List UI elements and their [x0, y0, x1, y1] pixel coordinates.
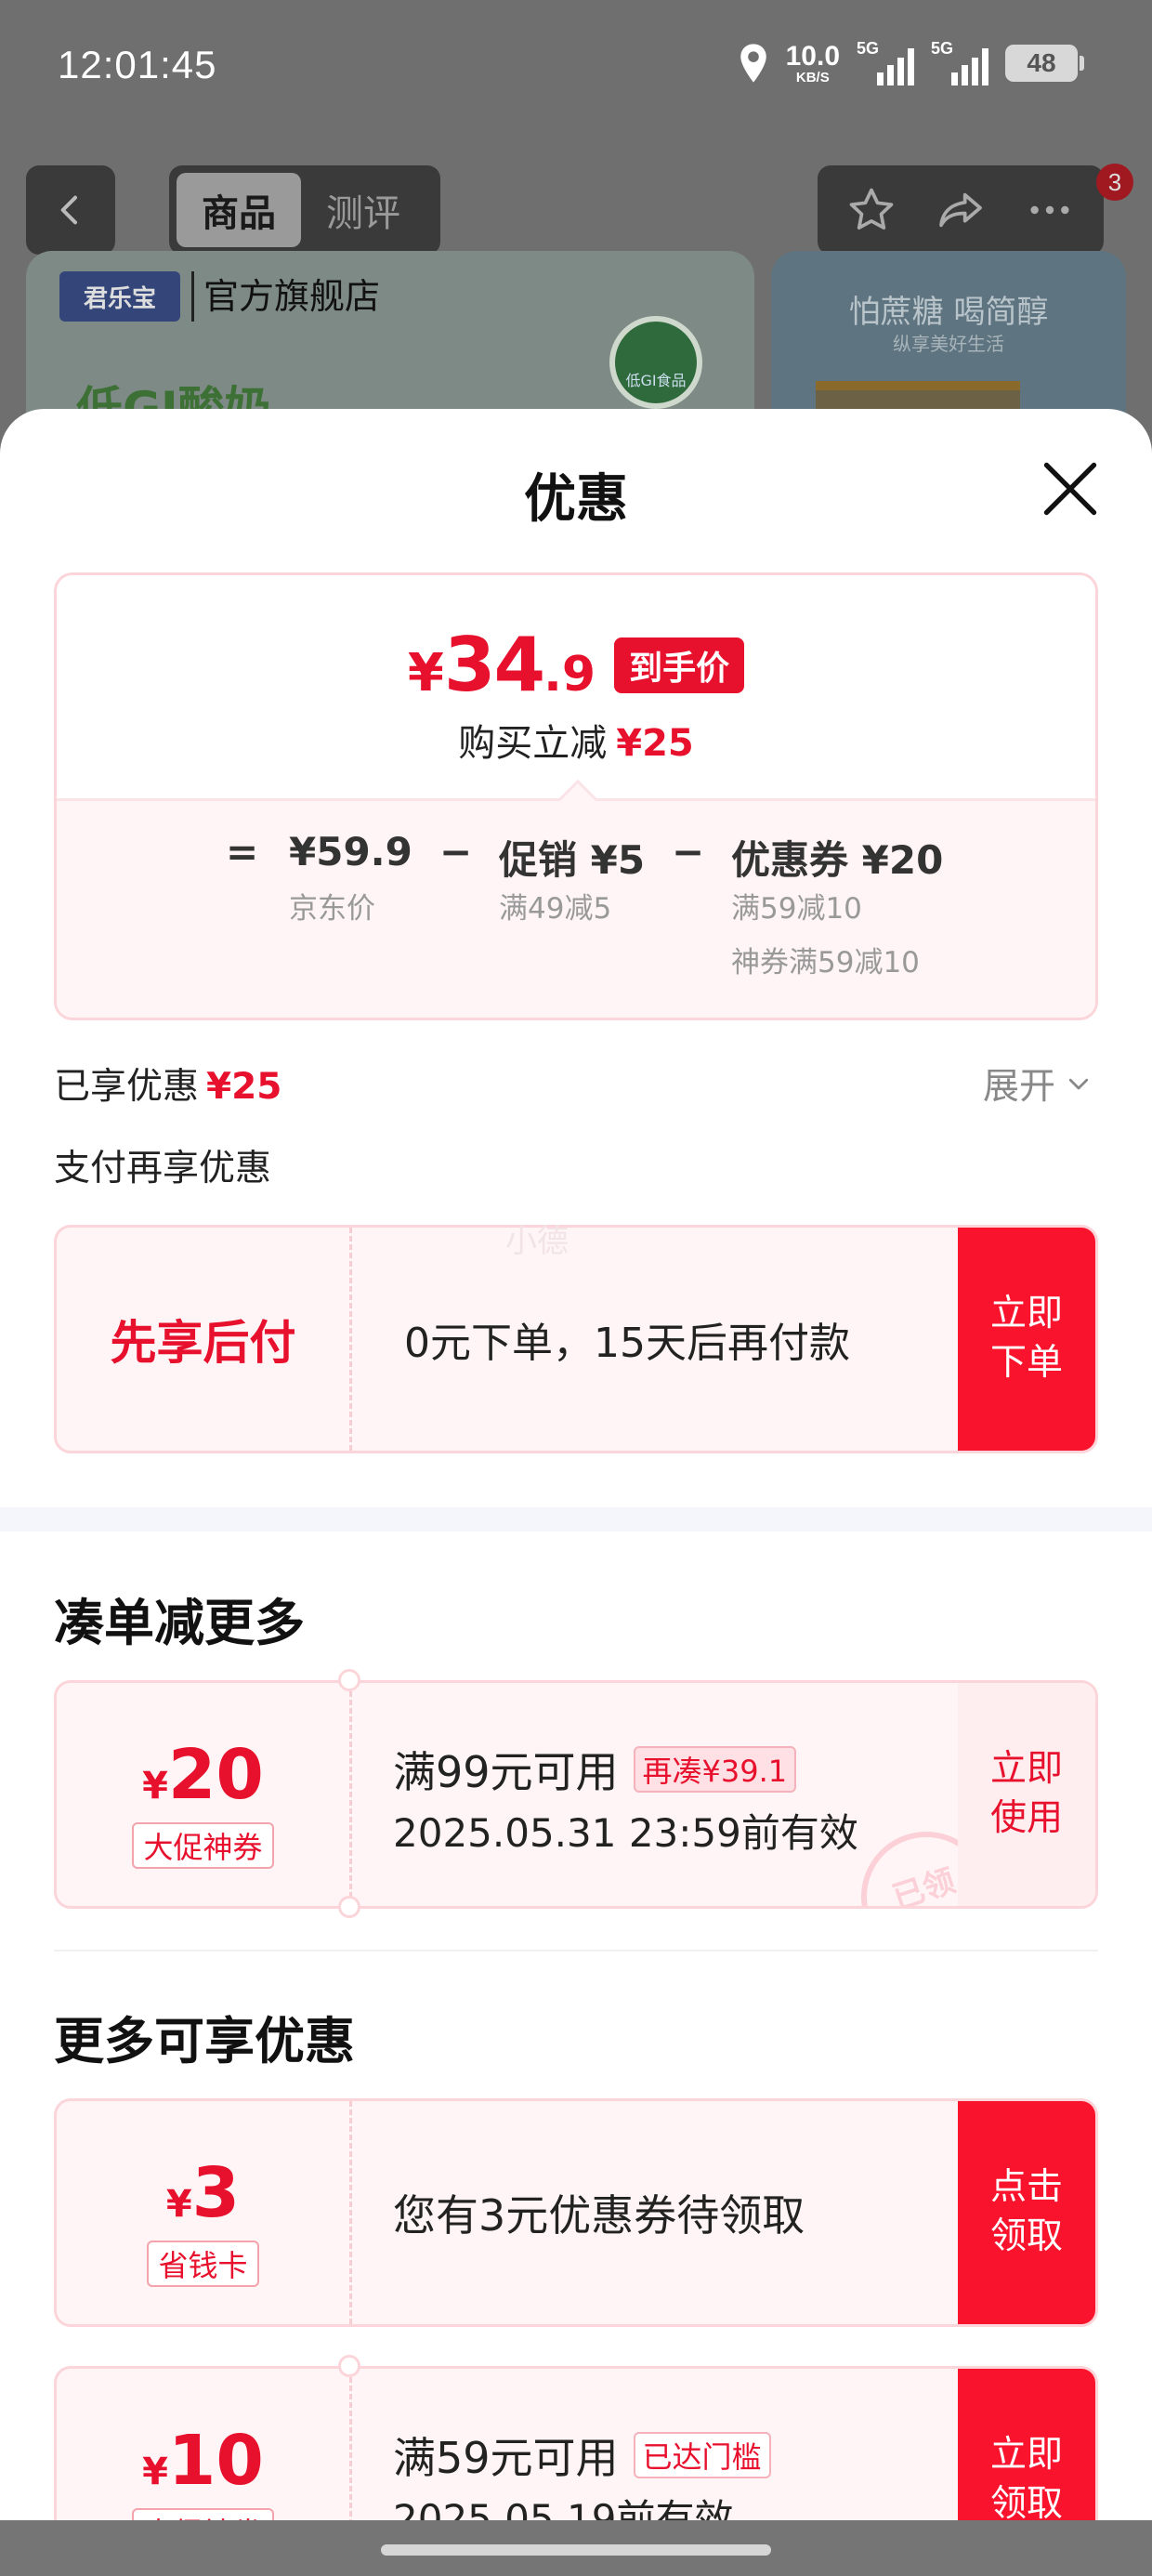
status-icons: 10.0 KB/S 5G 5G 48 [738, 39, 1084, 85]
coupon-card-20: ¥20 大促神券 满99元可用 再凑¥39.1 2025.05.31 23:59前… [54, 1680, 1098, 1909]
nav-actions [818, 165, 1104, 255]
bnpl-title: 先享后付 [110, 1316, 296, 1370]
promo-banner-sub: 纵享美好生活 [893, 333, 1004, 355]
use-coupon-button[interactable]: 立即 使用 [958, 1683, 1095, 1906]
status-bar: 12:01:45 10.0 KB/S 5G 5G 48 [0, 0, 1152, 139]
coupon-value: ¥20 [142, 1735, 264, 1815]
expand-toggle[interactable]: 展开 [983, 1058, 1093, 1110]
coupon-gap-chip: 再凑¥39.1 [633, 1746, 797, 1793]
more-offers-title: 更多可享优惠 [54, 2012, 355, 2070]
store-name: 官方旗舰店 [191, 271, 380, 322]
coupon-notch [338, 1669, 360, 1691]
jd-price-label: 京东价 [289, 892, 375, 926]
saving-card: ¥3 省钱卡 您有3元优惠券待领取 点击 领取 [54, 2098, 1098, 2327]
star-icon[interactable] [845, 184, 897, 236]
coupon-type-tag: 大促神券 [132, 1822, 274, 1869]
brand-logo: 君乐宝 [59, 271, 180, 322]
enjoyed-discount: 已享优惠 ¥25 [54, 1066, 282, 1108]
divider [54, 1950, 1098, 1952]
location-icon [740, 44, 766, 83]
card-value: ¥3 [165, 2153, 241, 2233]
coupon-value: ¥10 [142, 2421, 264, 2501]
more-icon[interactable] [1024, 184, 1076, 236]
discount-sheet: 优惠 ¥ 34 .9 到手价 购买立减 ¥25 = ¥59.9 京东价 − 促销 … [0, 409, 1152, 2576]
bnpl-card: 先享后付 0元下单，15天后再付款 立即 下单 [54, 1225, 1098, 1453]
pay-more-title: 支付再享优惠 [54, 1148, 272, 1189]
price-card: ¥ 34 .9 到手价 购买立减 ¥25 = ¥59.9 京东价 − 促销 ¥5 … [54, 572, 1098, 1020]
coupon-notch [338, 1896, 360, 1918]
signal-icon-2: 5G [931, 39, 988, 85]
coupon-condition: 满59元可用 [393, 2433, 619, 2483]
coupon-notch [338, 2355, 360, 2377]
jd-price: ¥59.9 [289, 829, 412, 874]
final-price-tag: 到手价 [614, 637, 745, 693]
signal-icon: 5G [857, 39, 914, 85]
instant-saving: 购买立减 ¥25 [458, 722, 694, 765]
breakdown-minus: − [439, 829, 473, 874]
cart-badge: 3 [1096, 164, 1133, 201]
section-divider [0, 1507, 1152, 1531]
net-speed: 10.0 KB/S [785, 40, 840, 85]
coupon-condition: 满99元可用 [393, 1747, 619, 1797]
sheet-title: 优惠 [524, 469, 628, 530]
tab-product[interactable]: 商品 [177, 173, 301, 247]
claim-card-button[interactable]: 点击 领取 [958, 2101, 1095, 2324]
breakdown-equals: = [226, 829, 259, 874]
promo-banner-title: 怕蔗糖 喝简醇 [848, 294, 1049, 331]
home-indicator[interactable] [381, 2544, 771, 2556]
promo-discount: 促销 ¥5 [499, 837, 646, 883]
close-icon[interactable] [1039, 457, 1102, 520]
more-discount-title: 凑单减更多 [54, 1594, 305, 1652]
product-tabs: 商品 测评 [169, 165, 440, 255]
card-type-tag: 省钱卡 [147, 2241, 259, 2287]
battery-icon: 48 [1005, 45, 1084, 82]
price-breakdown: = ¥59.9 京东价 − 促销 ¥5 满49减5 − 优惠券 ¥20 满59减… [57, 798, 1095, 1018]
coupon-validity: 2025.05.31 23:59前有效 [393, 1810, 858, 1856]
watermark: 小德 [505, 1223, 569, 1260]
tab-review[interactable]: 测评 [301, 173, 425, 247]
top-nav: 商品 测评 [0, 164, 1152, 256]
chevron-down-icon [1068, 1078, 1089, 1090]
final-price: ¥ 34 .9 到手价 [57, 622, 1095, 708]
promo-rule: 满49减5 [499, 892, 612, 926]
coupon-rule-1: 满59减10 [731, 892, 862, 926]
bnpl-order-button[interactable]: 立即 下单 [958, 1228, 1095, 1451]
status-time: 12:01:45 [58, 43, 217, 86]
coupon-discount: 优惠券 ¥20 [731, 837, 944, 883]
gesture-bar [0, 2520, 1152, 2576]
threshold-chip: 已达门槛 [633, 2432, 771, 2478]
card-text: 您有3元优惠券待领取 [393, 2190, 805, 2241]
share-icon[interactable] [935, 184, 987, 236]
chevron-left-icon [60, 195, 77, 225]
back-button[interactable] [26, 165, 115, 255]
gi-seal: 低GI食品 [609, 316, 702, 409]
bnpl-text: 0元下单，15天后再付款 [404, 1320, 850, 1367]
coupon-rule-2: 神券满59减10 [731, 946, 920, 979]
breakdown-minus-2: − [672, 829, 705, 874]
